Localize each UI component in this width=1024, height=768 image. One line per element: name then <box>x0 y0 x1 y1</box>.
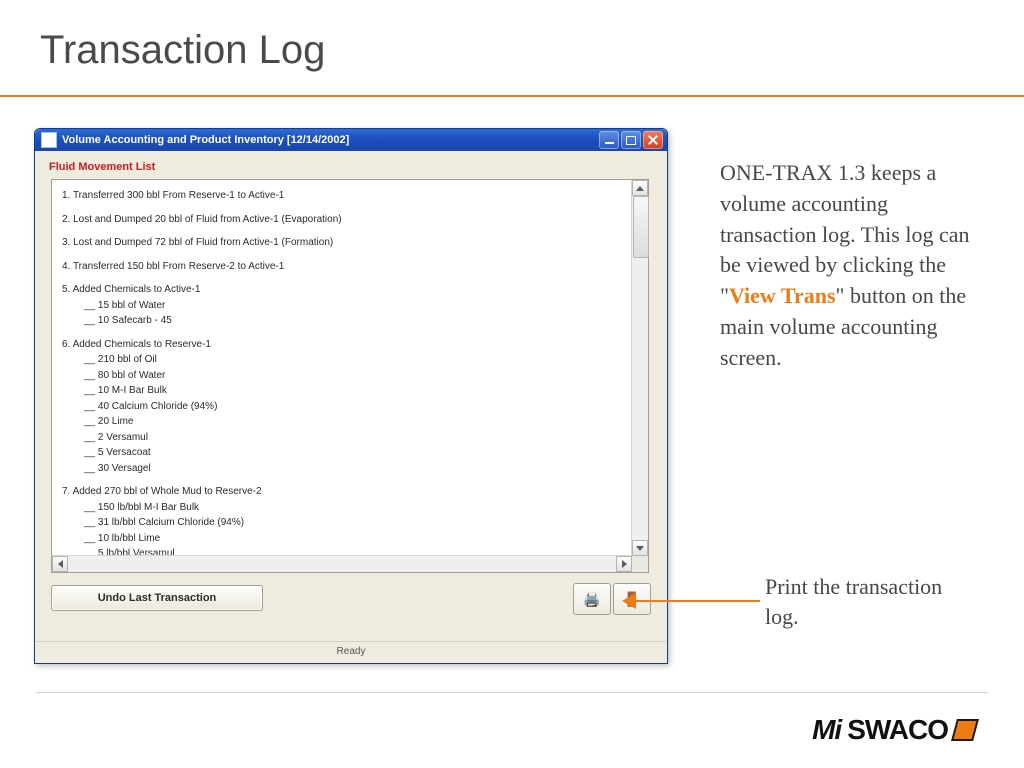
log-subitem: __ 10 Safecarb - 45 <box>62 313 622 329</box>
log-list[interactable]: 1. Transferred 300 bbl From Reserve-1 to… <box>51 179 649 573</box>
callout-text: Print the transaction log. <box>765 572 975 631</box>
description-text: ONE-TRAX 1.3 keeps a volume accounting t… <box>720 158 990 374</box>
log-entry: 6. Added Chemicals to Reserve-1 __ 210 b… <box>62 337 622 477</box>
log-entry: 1. Transferred 300 bbl From Reserve-1 to… <box>62 188 622 204</box>
log-subitem: __ 210 bbl of Oil <box>62 352 622 368</box>
log-subitem: __ 15 bbl of Water <box>62 298 622 314</box>
printer-icon: 🖨️ <box>583 591 600 608</box>
log-entry-title: 6. Added Chemicals to Reserve-1 <box>62 339 211 350</box>
scroll-down-button[interactable] <box>632 540 648 556</box>
log-entry-title: 7. Added 270 bbl of Whole Mud to Reserve… <box>62 486 262 497</box>
log-subitem: __ 5 Versacoat <box>62 445 622 461</box>
log-subitem: __ 10 M-I Bar Bulk <box>62 383 622 399</box>
log-subitem: __ 20 Lime <box>62 414 622 430</box>
app-window: Volume Accounting and Product Inventory … <box>34 128 668 664</box>
scroll-left-button[interactable] <box>52 556 68 572</box>
logo-mi: Mi <box>812 714 841 746</box>
desc-highlight: View Trans <box>729 283 836 308</box>
callout-arrow-head <box>622 593 636 609</box>
callout-arrow <box>632 600 760 602</box>
log-content: 1. Transferred 300 bbl From Reserve-1 to… <box>52 180 632 556</box>
window-title: Volume Accounting and Product Inventory … <box>62 134 349 146</box>
log-subitem: __ 2 Versamul <box>62 430 622 446</box>
minimize-button[interactable] <box>599 131 619 149</box>
vertical-scrollbar[interactable] <box>631 180 648 556</box>
log-subitem: __ 30 Versagel <box>62 461 622 477</box>
brand-logo: Mi SWACO <box>812 714 976 746</box>
app-icon <box>41 132 57 148</box>
log-entry: 3. Lost and Dumped 72 bbl of Fluid from … <box>62 235 622 251</box>
scroll-right-button[interactable] <box>616 556 632 572</box>
log-entry: 2. Lost and Dumped 20 bbl of Fluid from … <box>62 212 622 228</box>
log-entry: 4. Transferred 150 bbl From Reserve-2 to… <box>62 259 622 275</box>
maximize-button[interactable] <box>621 131 641 149</box>
divider-bottom <box>36 692 988 693</box>
log-entry: 7. Added 270 bbl of Whole Mud to Reserve… <box>62 484 622 556</box>
scroll-up-button[interactable] <box>632 180 648 196</box>
status-bar: Ready <box>36 641 666 662</box>
log-entry-title: 5. Added Chemicals to Active-1 <box>62 284 200 295</box>
log-subitem: __ 150 lb/bbl M-I Bar Bulk <box>62 500 622 516</box>
window-titlebar[interactable]: Volume Accounting and Product Inventory … <box>35 129 667 151</box>
slide-title: Transaction Log <box>40 28 325 73</box>
panel-title: Fluid Movement List <box>35 151 667 179</box>
log-subitem: __ 31 lb/bbl Calcium Chloride (94%) <box>62 515 622 531</box>
divider-top <box>0 95 1024 97</box>
undo-last-transaction-button[interactable]: Undo Last Transaction <box>51 585 263 611</box>
logo-mark-icon <box>951 719 979 741</box>
print-button[interactable]: 🖨️ <box>573 583 611 615</box>
log-subitem: __ 10 lb/bbl Lime <box>62 531 622 547</box>
log-subitem: __ 80 bbl of Water <box>62 368 622 384</box>
close-button[interactable] <box>643 131 663 149</box>
scroll-thumb[interactable] <box>633 196 649 258</box>
log-entry: 5. Added Chemicals to Active-1 __ 15 bbl… <box>62 282 622 329</box>
log-subitem: __ 40 Calcium Chloride (94%) <box>62 399 622 415</box>
scroll-corner <box>632 556 648 572</box>
logo-swaco: SWACO <box>847 714 948 746</box>
horizontal-scrollbar[interactable] <box>52 555 632 572</box>
